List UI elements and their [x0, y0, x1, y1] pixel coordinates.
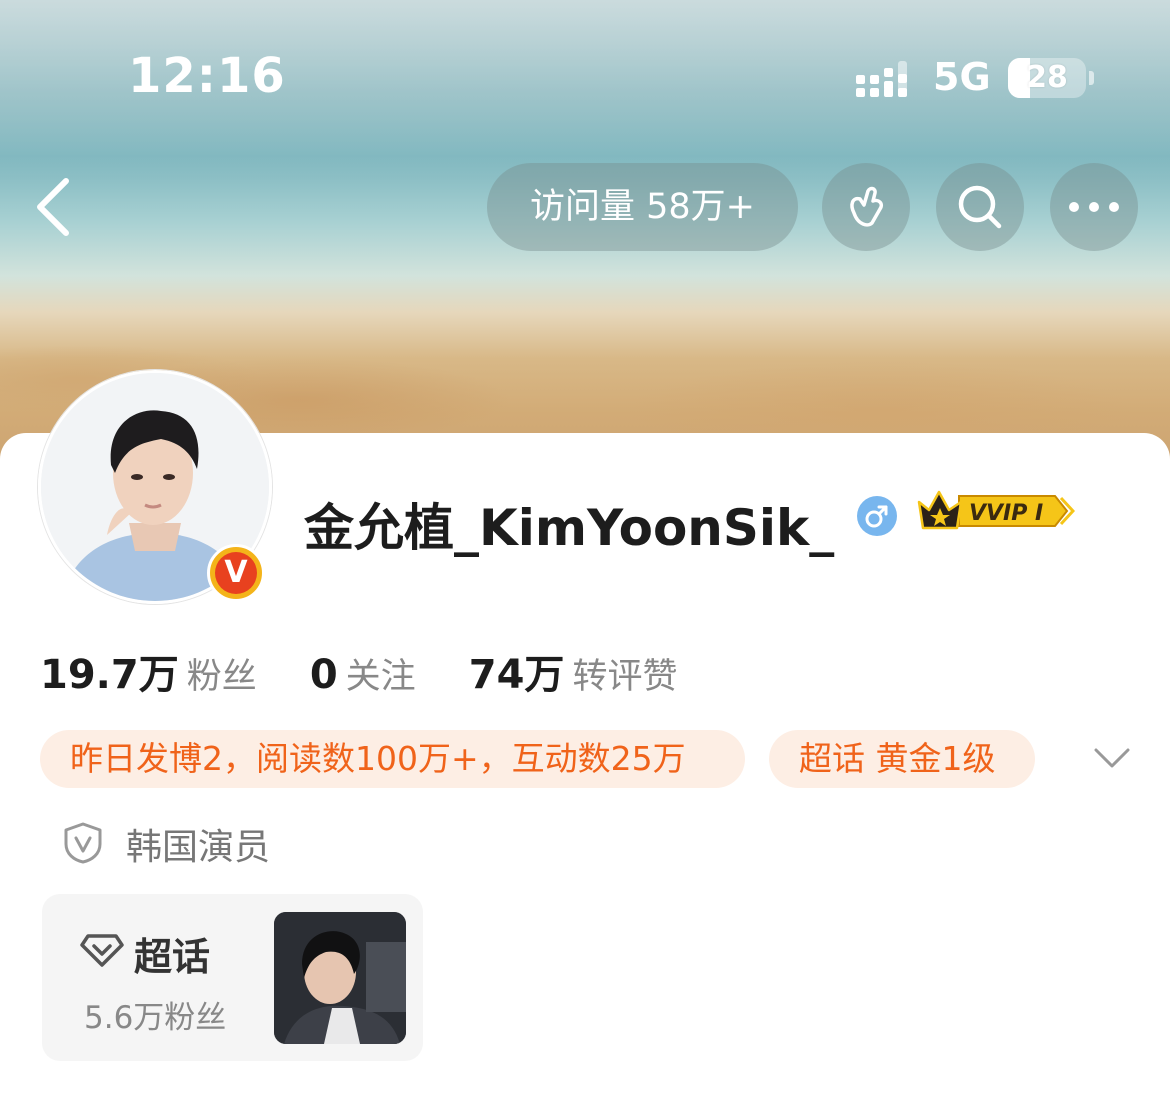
battery-tip [1089, 71, 1094, 85]
verified-v-icon: V [215, 552, 257, 594]
supertopic-thumbnail [274, 912, 406, 1044]
more-options-button[interactable] [1050, 163, 1138, 251]
profile-username: 金允植_KimYoonSik_ [304, 499, 835, 557]
supertopic-fans-count: 5.6万粉丝 [84, 1000, 227, 1036]
stat-value: 74万 [468, 652, 565, 698]
network-type-label: 5G [933, 55, 991, 99]
back-arrow-icon[interactable] [30, 175, 80, 239]
stat-label: 粉丝 [186, 657, 257, 697]
vip-label: VVIP I [969, 501, 1043, 526]
stat-label: 关注 [345, 657, 416, 697]
male-icon [857, 496, 897, 536]
visits-count-button[interactable]: 访问量 58万+ [487, 163, 798, 251]
activity-summary-tag[interactable]: 昨日发博2，阅读数100万+，互动数25万 [40, 730, 745, 788]
status-bar-time: 12:16 [128, 48, 286, 104]
stat-following[interactable]: 0 关注 [310, 648, 416, 699]
search-button[interactable] [936, 163, 1024, 251]
battery-percentage: 28 [1026, 60, 1068, 95]
finger-heart-icon [850, 186, 884, 227]
gesture-hand-button[interactable] [822, 163, 910, 251]
stat-value: 19.7万 [40, 652, 179, 698]
vvip-badge-icon[interactable]: VVIP I [915, 488, 1075, 534]
stat-followers[interactable]: 19.7万 粉丝 [40, 642, 257, 700]
stat-interactions[interactable]: 74万 转评赞 [469, 642, 678, 700]
battery-icon: 28 [1008, 58, 1086, 98]
supertopic-level-tag[interactable]: 超话 黄金1级 [769, 730, 1035, 788]
stat-label: 转评赞 [572, 657, 678, 697]
supertopic-title: 超话 [134, 935, 211, 979]
diamond-icon [80, 934, 124, 967]
verification-title: 韩国演员 [126, 827, 271, 868]
supertopic-card[interactable]: 超话 5.6万粉丝 [42, 894, 423, 1061]
stat-value: 0 [309, 652, 338, 698]
search-icon [958, 185, 1002, 229]
ellipsis-icon [1069, 202, 1119, 212]
signal-strength-icon [856, 61, 907, 97]
verified-badge: V [207, 544, 265, 602]
profile-stats: 19.7万 粉丝 0 关注 74万 转评赞 [40, 642, 725, 700]
chevron-down-icon[interactable] [1092, 742, 1132, 772]
verified-shield-icon [64, 822, 102, 864]
